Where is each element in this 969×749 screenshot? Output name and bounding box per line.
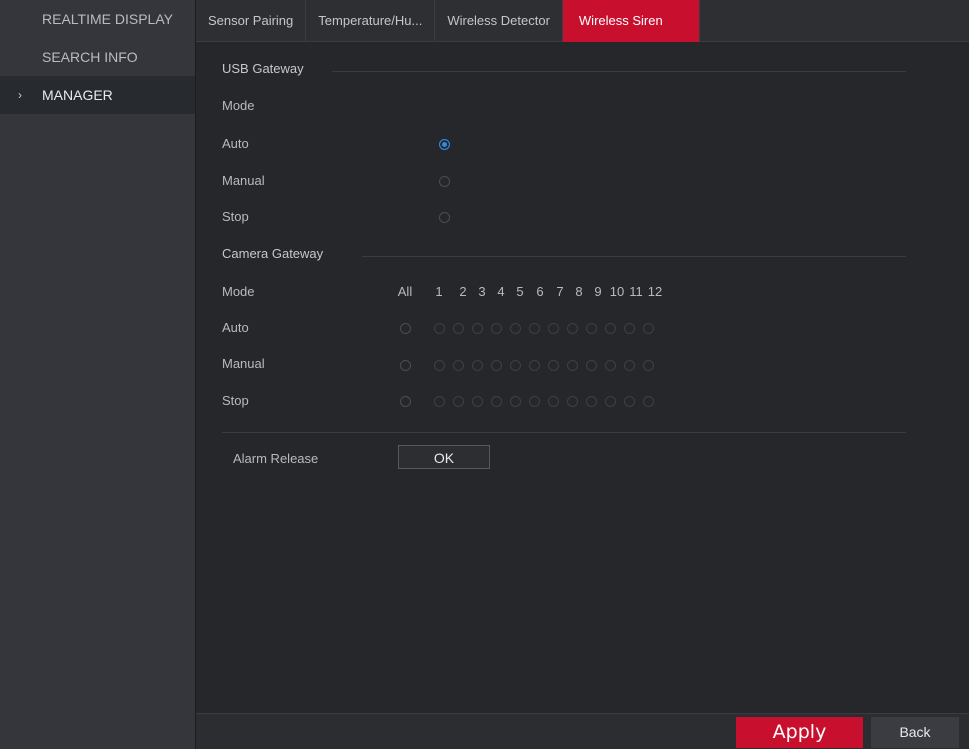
camera-stop-label: Stop [222,393,249,408]
sidebar-item-label: REALTIME DISPLAY [42,11,173,27]
camera-auto-radio-all[interactable] [400,323,411,334]
tab-sensor-pairing[interactable]: Sensor Pairing [196,0,307,42]
main-content: USB Gateway Mode Auto Manual Stop Camera… [196,43,969,713]
usb-gateway-title: USB Gateway [222,61,304,76]
camera-auto-radio-6[interactable] [529,323,540,334]
tab-bar: Sensor Pairing Temperature/Hu... Wireles… [196,0,969,42]
tab-temperature-humidity[interactable]: Temperature/Hu... [306,0,436,42]
camera-auto-radio-10[interactable] [605,323,616,334]
usb-mode-label: Mode [222,98,255,113]
camera-mode-label: Mode [222,284,255,299]
camera-stop-radio-9[interactable] [586,396,597,407]
sidebar: REALTIME DISPLAY SEARCH INFO › MANAGER [0,0,196,749]
usb-stop-label: Stop [222,209,249,224]
camera-auto-radio-9[interactable] [586,323,597,334]
camera-manual-radio-11[interactable] [624,360,635,371]
camera-stop-radio-1[interactable] [434,396,445,407]
camera-stop-radio-8[interactable] [567,396,578,407]
camera-col-11: 11 [629,284,643,299]
usb-auto-label: Auto [222,136,249,151]
camera-col-4: 4 [497,284,505,299]
sidebar-item-search-info[interactable]: SEARCH INFO [0,38,195,76]
camera-col-10: 10 [609,284,625,299]
camera-col-5: 5 [516,284,524,299]
usb-gateway-divider [332,71,906,72]
camera-col-9: 9 [594,284,602,299]
camera-manual-radio-5[interactable] [510,360,521,371]
sidebar-item-label: SEARCH INFO [42,49,138,65]
camera-manual-radio-4[interactable] [491,360,502,371]
usb-auto-radio[interactable] [439,139,450,150]
camera-auto-radio-4[interactable] [491,323,502,334]
camera-col-1: 1 [435,284,443,299]
camera-bottom-divider [222,432,906,433]
camera-manual-label: Manual [222,356,265,371]
camera-stop-radio-all[interactable] [400,396,411,407]
camera-stop-radio-11[interactable] [624,396,635,407]
camera-stop-radio-6[interactable] [529,396,540,407]
camera-manual-radio-2[interactable] [453,360,464,371]
camera-auto-radio-2[interactable] [453,323,464,334]
nvr-settings-screen: REALTIME DISPLAY SEARCH INFO › MANAGER S… [0,0,969,749]
tab-wireless-siren[interactable]: Wireless Siren [562,0,700,42]
camera-manual-radio-7[interactable] [548,360,559,371]
camera-auto-radio-7[interactable] [548,323,559,334]
camera-gateway-divider [362,256,906,257]
camera-auto-radio-1[interactable] [434,323,445,334]
camera-col-6: 6 [536,284,544,299]
usb-stop-radio[interactable] [439,212,450,223]
camera-stop-radio-3[interactable] [472,396,483,407]
back-button[interactable]: Back [871,717,959,748]
camera-col-2: 2 [459,284,467,299]
camera-col-12: 12 [647,284,663,299]
camera-stop-radio-10[interactable] [605,396,616,407]
camera-manual-radio-8[interactable] [567,360,578,371]
camera-manual-radio-1[interactable] [434,360,445,371]
camera-col-7: 7 [556,284,564,299]
camera-stop-radio-2[interactable] [453,396,464,407]
camera-manual-radio-all[interactable] [400,360,411,371]
usb-manual-radio[interactable] [439,176,450,187]
camera-auto-radio-11[interactable] [624,323,635,334]
sidebar-item-label: MANAGER [42,87,113,103]
camera-col-all: All [397,284,413,299]
camera-auto-radio-3[interactable] [472,323,483,334]
camera-auto-label: Auto [222,320,249,335]
camera-col-3: 3 [478,284,486,299]
camera-stop-radio-7[interactable] [548,396,559,407]
camera-manual-radio-9[interactable] [586,360,597,371]
camera-gateway-title: Camera Gateway [222,246,324,261]
camera-auto-radio-8[interactable] [567,323,578,334]
camera-manual-radio-12[interactable] [643,360,654,371]
chevron-right-icon: › [18,88,22,102]
sidebar-item-manager[interactable]: › MANAGER [0,76,195,114]
camera-auto-radio-12[interactable] [643,323,654,334]
usb-manual-label: Manual [222,173,265,188]
camera-stop-radio-12[interactable] [643,396,654,407]
tab-wireless-detector[interactable]: Wireless Detector [435,0,563,42]
alarm-release-label: Alarm Release [233,451,319,466]
camera-manual-radio-10[interactable] [605,360,616,371]
alarm-release-ok-button[interactable]: OK [398,445,490,469]
camera-manual-radio-6[interactable] [529,360,540,371]
sidebar-item-realtime-display[interactable]: REALTIME DISPLAY [0,0,195,38]
camera-stop-radio-5[interactable] [510,396,521,407]
camera-stop-radio-4[interactable] [491,396,502,407]
apply-button[interactable]: Apply [736,717,863,748]
camera-manual-radio-3[interactable] [472,360,483,371]
camera-auto-radio-5[interactable] [510,323,521,334]
camera-col-8: 8 [575,284,583,299]
footer-bar: Apply Back [196,713,969,749]
